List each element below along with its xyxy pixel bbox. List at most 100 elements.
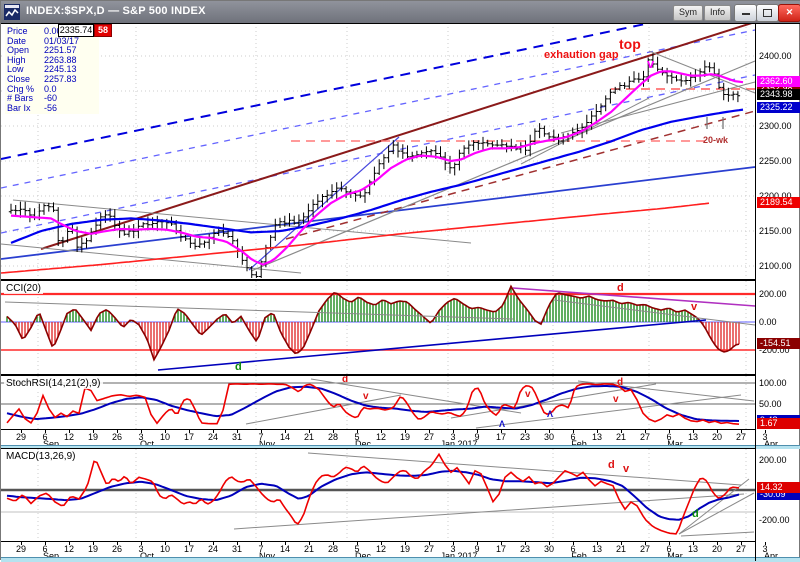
minimize-button[interactable]	[734, 4, 757, 22]
date-label: 13	[688, 432, 698, 442]
date-label: 21	[616, 432, 626, 442]
cci-label: CCI(20)	[4, 283, 43, 294]
date-label: 23	[520, 432, 530, 442]
date-label: 10	[160, 544, 170, 554]
date-label: 14	[280, 432, 290, 442]
date-label: 12	[376, 432, 386, 442]
date-label: 13	[688, 544, 698, 554]
price-value-box: 2189.54	[757, 197, 800, 208]
y-axis-tick: 2150.00	[759, 226, 792, 236]
close-button[interactable]: ✕	[778, 4, 800, 22]
date-label: 27	[736, 432, 746, 442]
date-label: 21	[616, 544, 626, 554]
chart-top-border	[1, 23, 800, 24]
date-label: 29	[16, 432, 26, 442]
cci-panel[interactable]: d d v	[1, 281, 756, 374]
annotation-d: d	[617, 377, 623, 388]
date-label: 17	[184, 544, 194, 554]
annotation-d: d	[692, 508, 699, 520]
annotation-Λ: Λ	[547, 409, 553, 419]
crosshair-price-box: 2335.74	[58, 24, 94, 37]
date-label: 19	[88, 432, 98, 442]
annotation-v: v	[525, 389, 531, 400]
y-axis-tick: 2100.00	[759, 261, 792, 271]
date-label: 29	[16, 544, 26, 554]
data-box: Price0.00Date01/03/17Open2251.57High2263…	[5, 26, 99, 114]
macd-label: MACD(13,26,9)	[4, 451, 77, 462]
annotation-top: top	[619, 36, 641, 52]
macd-panel[interactable]: dvd	[1, 449, 756, 541]
crosshair-count-box: 58	[94, 24, 112, 37]
y-axis-tick: 2250.00	[759, 156, 792, 166]
stochrsi-label: StochRSI(14,21(2),9)	[4, 378, 103, 389]
date-label: 17	[496, 432, 506, 442]
date-axis-upper: 296Sep1219263Oct101724317Nov1421285Dec12…	[1, 429, 756, 446]
date-label: 27	[736, 544, 746, 554]
date-label: 21	[304, 544, 314, 554]
date-label: 13	[592, 432, 602, 442]
date-label: 19	[400, 544, 410, 554]
minimize-icon	[742, 5, 750, 15]
date-label: 23	[520, 544, 530, 554]
app-icon	[4, 4, 20, 20]
annotation-v: v	[691, 301, 698, 313]
date-label: 9	[474, 432, 479, 442]
annotation-v: v	[613, 394, 619, 405]
date-label: 20	[712, 544, 722, 554]
info-button[interactable]: Info	[704, 5, 731, 21]
date-label: 14	[280, 544, 290, 554]
date-label: 19	[88, 544, 98, 554]
window-title: INDEX:$SPX,D — S&P 500 INDEX	[26, 5, 206, 17]
maximize-button[interactable]	[756, 4, 779, 22]
title-bar[interactable]: INDEX:$SPX,D — S&P 500 INDEX Sym Info ✕	[1, 1, 800, 23]
date-label: 26	[112, 432, 122, 442]
annotation-v: v	[647, 56, 655, 71]
data-box-row: Bar Ix-56	[5, 104, 99, 114]
date-label: 28	[328, 432, 338, 442]
price-value-box: 14.32	[757, 482, 800, 493]
price-value-box: 2343.98	[757, 89, 800, 100]
date-label: 27	[424, 432, 434, 442]
date-label: 21	[304, 432, 314, 442]
price-value-box: 2362.60	[757, 76, 800, 87]
price-panel[interactable]: exhaution gaptopv 20-wk	[1, 23, 756, 279]
annotation-d: d	[235, 361, 242, 373]
date-label: 31	[232, 544, 242, 554]
price-value-box: 1.67	[757, 418, 800, 429]
date-label: 27	[640, 544, 650, 554]
y-axis-tick: 0.00	[759, 317, 777, 327]
y-axis-tick: 200.00	[759, 289, 787, 299]
date-label: 17	[496, 544, 506, 554]
panel-divider[interactable]	[1, 374, 756, 376]
date-label: 28	[328, 544, 338, 554]
annotation-v: v	[623, 463, 630, 475]
annotation-d: d	[617, 282, 624, 294]
date-label: 30	[544, 544, 554, 554]
date-label: 24	[208, 432, 218, 442]
annotation-Λ: Λ	[499, 419, 505, 429]
stochrsi-panel[interactable]: dvvdvΛΛ	[1, 376, 756, 429]
price-value-box: 2325.22	[757, 102, 800, 113]
date-label: 17	[184, 432, 194, 442]
price-scale-border	[755, 23, 756, 561]
date-label: 9	[474, 544, 479, 554]
date-label: 12	[64, 432, 74, 442]
maximize-icon	[763, 9, 772, 17]
annotation-20-wk: 20-wk	[703, 135, 729, 145]
panel-divider	[1, 448, 756, 449]
date-label: 12	[64, 544, 74, 554]
sym-button[interactable]: Sym	[673, 5, 703, 21]
date-label: 10	[160, 432, 170, 442]
date-label: 31	[232, 432, 242, 442]
date-axis-lower: 296Sep1219263Oct101724317Nov1421285Dec12…	[1, 541, 756, 558]
y-axis-tick: 100.00	[759, 378, 787, 388]
date-label: 12	[376, 544, 386, 554]
date-label: 20	[712, 432, 722, 442]
panel-divider[interactable]	[1, 279, 756, 281]
annotation-v: v	[363, 391, 369, 402]
y-axis-tick: -200.00	[759, 515, 790, 525]
date-label: 27	[640, 432, 650, 442]
date-label: 19	[400, 432, 410, 442]
annotation-exhaution gap: exhaution gap	[544, 49, 619, 61]
date-label: 26	[112, 544, 122, 554]
